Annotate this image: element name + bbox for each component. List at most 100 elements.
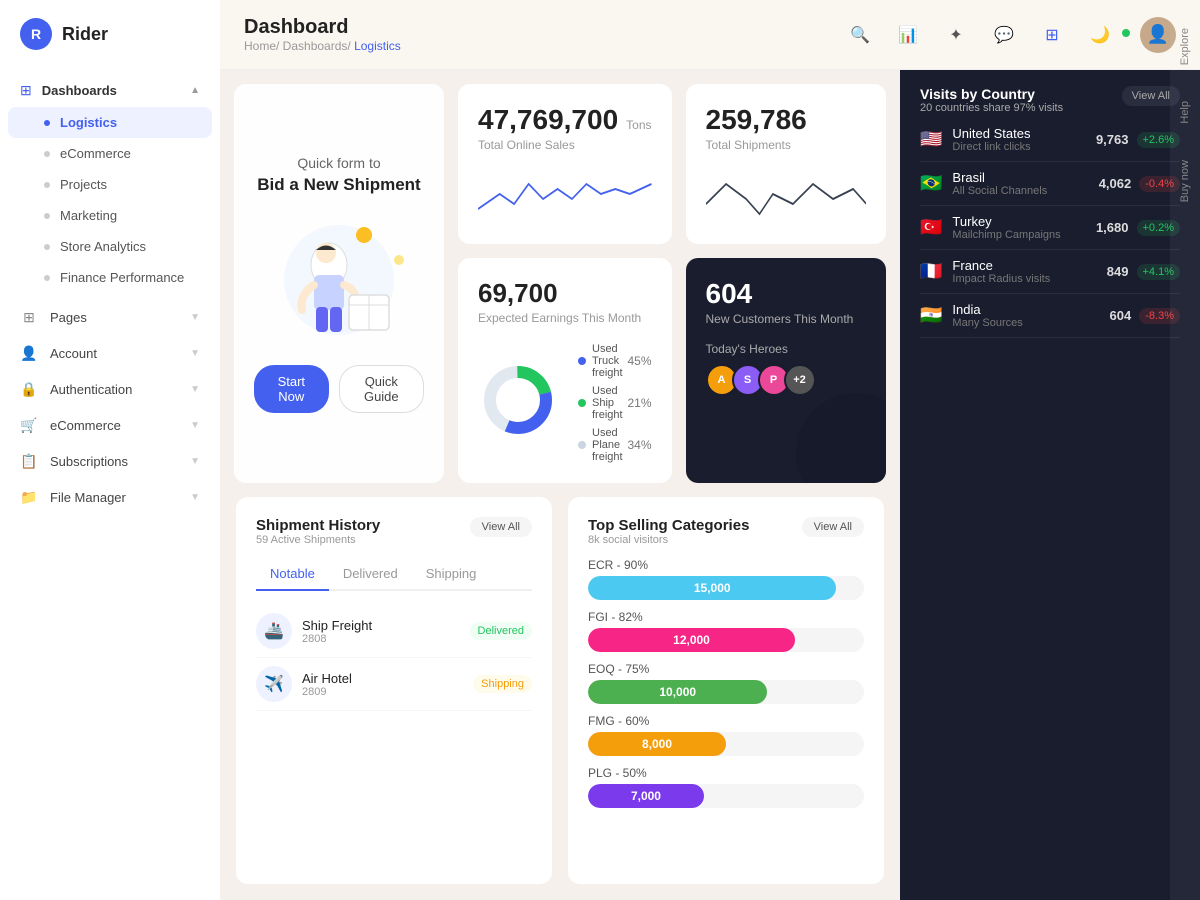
ship-icon: 🚢	[256, 613, 292, 649]
sidebar-item-finance-performance[interactable]: Finance Performance	[0, 262, 220, 293]
legend-ship: Used Ship freight 21%	[578, 385, 652, 421]
plane-icon: ✈️	[256, 666, 292, 702]
category-bars: ECR - 90% 15,000 FGI - 82% 12,000	[588, 558, 864, 808]
earnings-value: 69,700	[478, 278, 558, 308]
dot	[44, 182, 50, 188]
shipment-view-all-button[interactable]: View All	[470, 517, 532, 537]
sidebar-item-store-analytics[interactable]: Store Analytics	[0, 231, 220, 262]
settings-icon[interactable]: ✦	[940, 19, 972, 51]
start-now-button[interactable]: Start Now	[254, 365, 329, 413]
sales-chart	[478, 164, 652, 224]
explore-tab[interactable]: Explore	[1175, 70, 1195, 73]
customers-value: 604	[706, 278, 753, 309]
nav-ecommerce[interactable]: 🛒 eCommerce ▼	[0, 407, 220, 443]
ship-id-1: 2808	[302, 633, 460, 645]
logo-icon: R	[20, 18, 52, 50]
nav-file-manager[interactable]: 📁 File Manager ▼	[0, 479, 220, 515]
account-icon: 👤	[20, 344, 38, 362]
ship-status-2: Shipping	[473, 675, 532, 693]
tab-notable[interactable]: Notable	[256, 558, 329, 591]
earnings-donut	[478, 360, 558, 440]
sales-value: 47,769,700	[478, 104, 618, 136]
search-icon[interactable]: 🔍	[844, 19, 876, 51]
shipments-value: 259,786	[706, 104, 807, 136]
sidebar-item-projects[interactable]: Projects	[0, 169, 220, 200]
nav-pages[interactable]: ⊞ Pages ▼	[0, 299, 220, 335]
chevron-down-icon: ▼	[190, 420, 200, 431]
bar-ecr: ECR - 90% 15,000	[588, 558, 864, 600]
dashboards-toggle[interactable]: ⊞ Dashboards ▲	[0, 74, 220, 107]
chevron-down-icon: ▼	[190, 492, 200, 503]
countries-subtitle: 20 countries share 97% visits	[920, 102, 1063, 114]
nav-account[interactable]: 👤 Account ▼	[0, 335, 220, 371]
total-shipments-card: 259,786 Total Shipments	[686, 84, 887, 244]
shipment-history-card: Shipment History 59 Active Shipments Vie…	[236, 497, 552, 884]
categories-title: Top Selling Categories	[588, 517, 749, 534]
header: Dashboard Home/ Dashboards/ Logistics 🔍 …	[220, 0, 1200, 70]
shipments-chart	[706, 164, 867, 224]
ship-name-2: Air Hotel	[302, 671, 463, 686]
chat-icon[interactable]: 💬	[988, 19, 1020, 51]
logo: R Rider	[0, 0, 220, 68]
bar-eoq: EOQ - 75% 10,000	[588, 662, 864, 704]
total-sales-card: 47,769,700 Tons Total Online Sales	[458, 84, 672, 244]
buy-now-tab[interactable]: Buy now	[1175, 152, 1195, 210]
bar-fill-fmg: 8,000	[588, 732, 726, 756]
customers-label: New Customers This Month	[706, 312, 867, 326]
ship-status-1: Delivered	[470, 622, 532, 640]
bar-fmg: FMG - 60% 8,000	[588, 714, 864, 756]
dashboard-icon: ⊞	[20, 82, 32, 99]
shipment-history-title: Shipment History	[256, 517, 380, 534]
countries-title: Visits by Country	[920, 86, 1063, 102]
ship-id-2: 2809	[302, 686, 463, 698]
theme-icon[interactable]: 🌙	[1084, 19, 1116, 51]
right-panel: Explore Help Buy now Visits by Country 2…	[900, 70, 1200, 900]
tab-delivered[interactable]: Delivered	[329, 558, 412, 591]
new-customers-card: 604 New Customers This Month Today's Her…	[686, 258, 887, 483]
nav-subscriptions[interactable]: 📋 Subscriptions ▼	[0, 443, 220, 479]
main-area: Dashboard Home/ Dashboards/ Logistics 🔍 …	[220, 0, 1200, 900]
heroes-avatars: A S P +2	[706, 364, 867, 396]
help-tab[interactable]: Help	[1175, 93, 1195, 132]
logo-text: Rider	[62, 24, 108, 45]
sales-unit: Tons	[626, 118, 651, 132]
side-tabs: Explore Help Buy now	[1170, 70, 1200, 900]
active-dot	[44, 120, 50, 126]
bar-fill-ecr: 15,000	[588, 576, 836, 600]
auth-icon: 🔒	[20, 380, 38, 398]
country-france: 🇫🇷 France Impact Radius visits 849 +4.1%	[920, 250, 1180, 294]
chevron-down-icon: ▼	[190, 312, 200, 323]
nav-authentication[interactable]: 🔒 Authentication ▼	[0, 371, 220, 407]
sidebar: R Rider ⊞ Dashboards ▲ Logistics eCommer…	[0, 0, 220, 900]
shipment-row-1: 🚢 Ship Freight 2808 Delivered	[256, 605, 532, 658]
earnings-label: Expected Earnings This Month	[478, 311, 652, 325]
tab-shipping[interactable]: Shipping	[412, 558, 491, 591]
hero-card: Quick form to Bid a New Shipment	[234, 84, 444, 483]
grid-icon[interactable]: ⊞	[1036, 19, 1068, 51]
sidebar-item-ecommerce[interactable]: eCommerce	[0, 138, 220, 169]
country-list: 🇺🇸 United States Direct link clicks 9,76…	[920, 118, 1180, 338]
chevron-down-icon: ▼	[190, 384, 200, 395]
sidebar-item-logistics[interactable]: Logistics	[8, 107, 212, 138]
heroes-title: Today's Heroes	[706, 342, 867, 356]
ecommerce-icon: 🛒	[20, 416, 38, 434]
online-indicator	[1122, 29, 1130, 37]
quick-guide-button[interactable]: Quick Guide	[339, 365, 424, 413]
bottom-row: Shipment History 59 Active Shipments Vie…	[220, 497, 900, 900]
content-area: Quick form to Bid a New Shipment	[220, 70, 1200, 900]
dot	[44, 151, 50, 157]
categories-subtitle: 8k social visitors	[588, 534, 749, 546]
dashboards-section: ⊞ Dashboards ▲ Logistics eCommerce Proje…	[0, 68, 220, 299]
chevron-down-icon: ▼	[190, 348, 200, 359]
pages-icon: ⊞	[20, 308, 38, 326]
top-grid: Quick form to Bid a New Shipment	[220, 70, 900, 483]
chart-icon[interactable]: 📊	[892, 19, 924, 51]
shipment-history-subtitle: 59 Active Shipments	[256, 534, 380, 546]
legend-truck: Used Truck freight 45%	[578, 343, 652, 379]
bar-fill-plg: 7,000	[588, 784, 704, 808]
sidebar-item-marketing[interactable]: Marketing	[0, 200, 220, 231]
breadcrumb: Home/ Dashboards/ Logistics	[244, 39, 401, 53]
shipments-label: Total Shipments	[706, 138, 867, 152]
dot	[44, 244, 50, 250]
categories-view-all-button[interactable]: View All	[802, 517, 864, 537]
